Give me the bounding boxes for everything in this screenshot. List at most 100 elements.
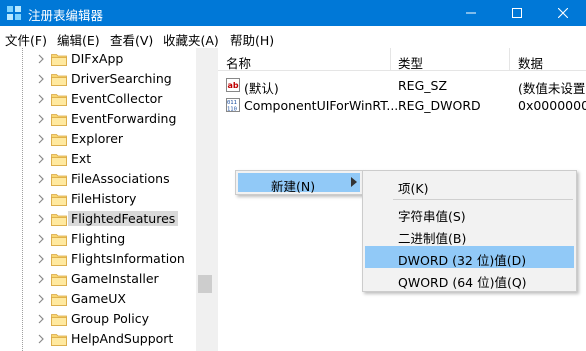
submenu-item-binary-label: 二进制值(B): [398, 231, 467, 246]
tree-item[interactable]: Explorer: [0, 129, 196, 149]
tree-item-label: DIFxApp: [71, 51, 124, 66]
folder-icon: [51, 154, 67, 166]
chevron-right-icon[interactable]: [36, 74, 46, 84]
tree-item-label: HelpAndSupport: [71, 331, 174, 346]
tree-item[interactable]: HelpAndSupport: [0, 329, 196, 349]
submenu-item-string-label: 字符串值(S): [398, 209, 466, 224]
new-submenu: 项(K) 字符串值(S) 二进制值(B) DWORD (32 位)值(D) QW…: [362, 170, 577, 292]
submenu-arrow-icon: [351, 177, 357, 187]
tree-item[interactable]: Ext: [0, 149, 196, 169]
folder-icon: [51, 234, 67, 246]
tree-item[interactable]: FlightedFeatures: [0, 209, 196, 229]
tree-item[interactable]: FileAssociations: [0, 169, 196, 189]
tree-item-label: GameUX: [71, 291, 126, 306]
chevron-right-icon[interactable]: [36, 334, 46, 344]
chevron-right-icon[interactable]: [36, 294, 46, 304]
column-divider[interactable]: [509, 48, 510, 71]
folder-icon: [51, 334, 67, 346]
column-header-type[interactable]: 类型: [398, 53, 423, 72]
tree-item-label: GameInstaller: [71, 271, 159, 286]
tree-item-label: FileHistory: [71, 191, 137, 206]
chevron-right-icon[interactable]: [36, 314, 46, 324]
submenu-item-dword-value[interactable]: DWORD (32 位)值(D): [365, 246, 574, 268]
title-bar: 注册表编辑器: [0, 0, 586, 26]
menu-item-new-label: 新建(N): [271, 179, 316, 194]
context-menu: 新建(N): [235, 170, 363, 195]
tree-item-label: Flighting: [71, 231, 126, 246]
menu-item-new[interactable]: 新建(N): [238, 173, 360, 194]
value-name: ComponentUIForWinRT...: [244, 98, 399, 113]
folder-icon: [51, 94, 67, 106]
tree-item-label: FlightsInformation: [71, 251, 185, 266]
tree-item-label: Ext: [71, 151, 92, 166]
tree-item[interactable]: GameUX: [0, 289, 196, 309]
values-header: 名称 类型 数据: [218, 48, 586, 71]
minimize-button[interactable]: [448, 0, 494, 26]
value-data: 0x00000001: [518, 98, 586, 113]
chevron-right-icon[interactable]: [36, 174, 46, 184]
tree-scrollbar[interactable]: [196, 48, 214, 351]
tree-item[interactable]: EventForwarding: [0, 109, 196, 129]
chevron-right-icon[interactable]: [36, 274, 46, 284]
close-icon: [558, 8, 568, 18]
menu-edit[interactable]: 编辑(E): [57, 30, 100, 49]
tree-item-label: FileAssociations: [71, 171, 170, 186]
folder-icon: [51, 134, 67, 146]
chevron-right-icon[interactable]: [36, 194, 46, 204]
tree-item[interactable]: Flighting: [0, 229, 196, 249]
chevron-right-icon[interactable]: [36, 214, 46, 224]
tree-scrollbar-thumb[interactable]: [198, 275, 212, 293]
svg-text:110: 110: [227, 107, 237, 113]
key-tree[interactable]: DIFxApp DriverSearching EventCollector Even…: [0, 48, 214, 351]
tree-item-label: EventCollector: [71, 91, 163, 106]
submenu-item-key[interactable]: 项(K): [365, 174, 574, 196]
folder-icon: [51, 314, 67, 326]
maximize-button[interactable]: [494, 0, 540, 26]
submenu-item-qword-label: QWORD (64 位)值(Q): [398, 275, 527, 290]
window-title: 注册表编辑器: [28, 8, 104, 23]
minimize-icon: [466, 12, 476, 14]
menu-help[interactable]: 帮助(H): [230, 30, 274, 49]
menu-file[interactable]: 文件(F): [5, 30, 47, 49]
submenu-item-qword-value[interactable]: QWORD (64 位)值(Q): [365, 268, 574, 290]
menu-view[interactable]: 查看(V): [110, 30, 153, 49]
tree-item[interactable]: DriverSearching: [0, 69, 196, 89]
chevron-right-icon[interactable]: [36, 54, 46, 64]
tree-item[interactable]: FileHistory: [0, 189, 196, 209]
maximize-icon: [512, 8, 522, 18]
menu-bar: 文件(F) 编辑(E) 查看(V) 收藏夹(A) 帮助(H): [0, 26, 586, 48]
chevron-right-icon[interactable]: [36, 114, 46, 124]
chevron-right-icon[interactable]: [36, 134, 46, 144]
chevron-right-icon[interactable]: [36, 254, 46, 264]
column-header-data[interactable]: 数据: [518, 53, 543, 72]
tree-item[interactable]: DIFxApp: [0, 49, 196, 69]
menu-favorites[interactable]: 收藏夹(A): [163, 30, 219, 49]
tree-item[interactable]: Group Policy: [0, 309, 196, 329]
submenu-item-binary-value[interactable]: 二进制值(B): [365, 224, 574, 246]
submenu-item-string-value[interactable]: 字符串值(S): [365, 202, 574, 224]
tree-item-label: DriverSearching: [71, 71, 172, 86]
chevron-right-icon[interactable]: [36, 94, 46, 104]
tree-item-label: EventForwarding: [71, 111, 177, 126]
tree-item[interactable]: EventCollector: [0, 89, 196, 109]
folder-icon: [51, 74, 67, 86]
tree-item-label: Explorer: [71, 131, 124, 146]
value-row[interactable]: 011 110 ComponentUIForWinRT... REG_DWORD…: [218, 95, 586, 115]
submenu-item-dword-label: DWORD (32 位)值(D): [398, 253, 527, 268]
folder-icon: [51, 174, 67, 186]
column-header-name[interactable]: 名称: [226, 53, 251, 72]
binary-value-icon: 011 110: [226, 98, 240, 112]
svg-text:011: 011: [227, 100, 237, 106]
chevron-right-icon[interactable]: [36, 234, 46, 244]
close-button[interactable]: [540, 0, 586, 26]
tree-item[interactable]: GameInstaller: [0, 269, 196, 289]
string-value-icon: ab: [226, 78, 240, 92]
folder-icon: [51, 54, 67, 66]
chevron-right-icon[interactable]: [36, 154, 46, 164]
column-divider[interactable]: [390, 48, 391, 71]
value-row[interactable]: ab (默认) REG_SZ (数值未设置): [218, 75, 586, 96]
tree-item[interactable]: FlightsInformation: [0, 249, 196, 269]
folder-icon: [51, 274, 67, 286]
folder-icon: [51, 294, 67, 306]
value-type: REG_SZ: [398, 78, 448, 93]
